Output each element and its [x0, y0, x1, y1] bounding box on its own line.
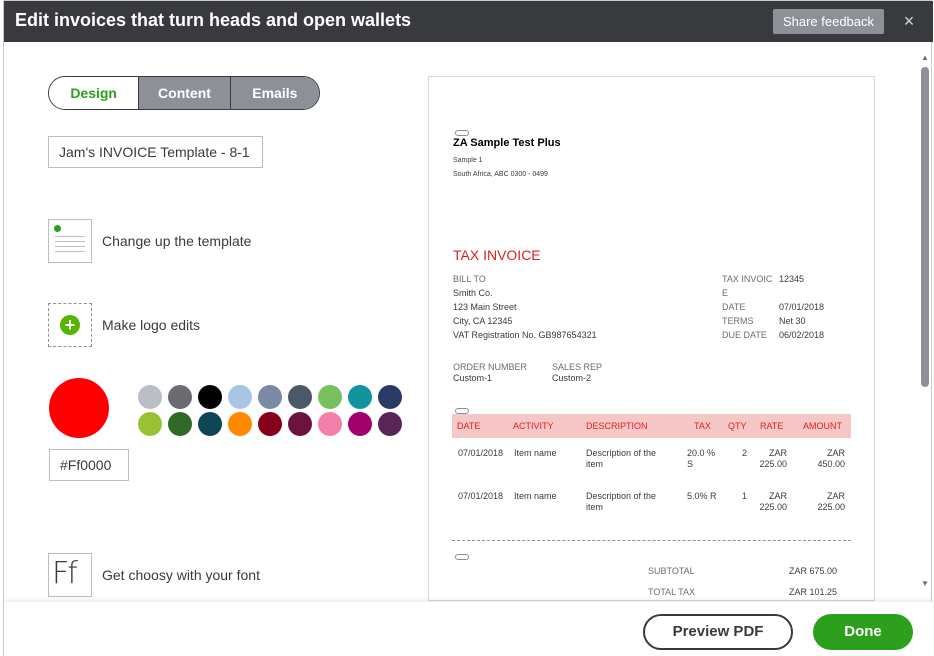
color-swatch[interactable]	[258, 385, 282, 409]
cell-date: 07/01/2018	[458, 448, 504, 458]
totals-divider	[452, 540, 851, 541]
template-icon	[48, 219, 92, 263]
color-swatch[interactable]	[288, 412, 312, 436]
tab-emails[interactable]: Emails	[229, 77, 319, 109]
plus-icon: +	[60, 315, 80, 335]
meta-value: 12345	[779, 274, 805, 284]
subtotal-label: SUBTOTAL	[648, 566, 695, 576]
preview-pdf-button[interactable]: Preview PDF	[643, 614, 793, 650]
bill-to-line: Smith Co.	[453, 288, 493, 298]
cell-qty: 1	[741, 491, 747, 501]
column-header: DATE	[457, 421, 481, 431]
color-swatch[interactable]	[228, 412, 252, 436]
scroll-thumb[interactable]	[921, 67, 929, 387]
scroll-up-icon[interactable]: ▲	[921, 53, 929, 62]
modal-title: Edit invoices that turn heads and open w…	[15, 10, 412, 30]
subtotal-value: ZAR 675.00	[789, 566, 838, 576]
cell-tax: 5.0% R	[687, 491, 717, 501]
cell-rate: ZAR 225.00	[759, 448, 787, 469]
add-logo-icon: +	[48, 303, 92, 347]
column-header: TAX	[694, 421, 711, 431]
change-template-label: Change up the template	[102, 233, 252, 249]
cell-qty: 2	[741, 448, 747, 458]
meta-label: E	[722, 288, 729, 298]
bill-to-label: BILL TO	[453, 274, 486, 284]
invoice-editor-modal: Edit invoices that turn heads and open w…	[3, 0, 933, 656]
color-swatch[interactable]	[318, 412, 342, 436]
font-label: Get choosy with your font	[102, 567, 260, 583]
column-header: ACTIVITY	[513, 421, 554, 431]
scrollbar[interactable]: ▲ ▼	[917, 53, 929, 597]
cell-amount: ZAR 225.00	[817, 491, 845, 512]
bill-to-line: City, CA 12345	[453, 316, 513, 326]
cell-description: Description of the item	[586, 448, 657, 469]
company-address-1: Sample 1	[453, 157, 483, 164]
color-swatch[interactable]	[168, 412, 192, 436]
invoice-title: TAX INVOICE	[453, 247, 541, 263]
column-header: RATE	[760, 421, 784, 431]
meta-value: 06/02/2018	[779, 330, 825, 340]
color-hex-input[interactable]	[49, 449, 129, 481]
meta-label: DUE DATE	[722, 330, 767, 340]
selected-color-swatch[interactable]	[49, 378, 109, 438]
color-swatch[interactable]	[348, 412, 372, 436]
color-swatch[interactable]	[378, 412, 402, 436]
total-tax-label: TOTAL TAX	[648, 587, 696, 597]
share-feedback-button[interactable]: Share feedback	[773, 9, 884, 34]
template-name-input[interactable]	[48, 136, 263, 168]
meta-label: DATE	[722, 302, 746, 312]
tab-design[interactable]: Design	[49, 77, 139, 109]
column-header: QTY	[728, 421, 747, 431]
meta-value: 07/01/2018	[779, 302, 825, 312]
logo-edits-option[interactable]: + Make logo edits	[48, 303, 200, 347]
editor-tabs: Design Content Emails	[48, 76, 320, 110]
color-swatch[interactable]	[288, 385, 312, 409]
font-option[interactable]: Ff Get choosy with your font	[48, 553, 260, 597]
bill-to-line: 123 Main Street	[453, 302, 517, 312]
logo-placeholder	[455, 130, 469, 136]
cell-activity: Item name	[514, 491, 557, 501]
meta-label: TERMS	[722, 316, 754, 326]
cell-amount: ZAR 450.00	[817, 448, 845, 469]
meta-value: Net 30	[779, 316, 806, 326]
color-swatch[interactable]	[138, 385, 162, 409]
modal-footer: Preview PDF Done	[4, 601, 933, 656]
change-template-option[interactable]: Change up the template	[48, 219, 251, 263]
cell-description: Description of the item	[586, 491, 657, 512]
color-swatch[interactable]	[168, 385, 192, 409]
cell-tax: 20.0 % S	[687, 448, 716, 469]
column-header: AMOUNT	[803, 421, 842, 431]
company-name: ZA Sample Test Plus	[453, 137, 561, 149]
line-items-header: DATE ACTIVITY DESCRIPTION TAX QTY RATE A…	[452, 414, 851, 438]
order-number-label: ORDER NUMBER	[453, 362, 528, 372]
color-swatch[interactable]	[138, 412, 162, 436]
color-swatch[interactable]	[198, 412, 222, 436]
color-swatch[interactable]	[228, 385, 252, 409]
tab-content[interactable]: Content	[138, 77, 230, 109]
meta-label: TAX INVOIC	[722, 274, 773, 284]
order-number-value: Custom-1	[453, 373, 493, 383]
color-swatch[interactable]	[258, 412, 282, 436]
invoice-preview: ZA Sample Test Plus Sample 1 South Afric…	[428, 76, 875, 601]
column-header: DESCRIPTION	[586, 421, 648, 431]
total-tax-value: ZAR 101.25	[789, 587, 838, 597]
scroll-down-icon[interactable]: ▼	[921, 579, 929, 588]
logo-edits-label: Make logo edits	[102, 317, 201, 333]
color-swatch[interactable]	[198, 385, 222, 409]
color-swatch[interactable]	[318, 385, 342, 409]
modal-header: Edit invoices that turn heads and open w…	[4, 1, 933, 42]
done-button[interactable]: Done	[813, 614, 913, 650]
color-swatch[interactable]	[348, 385, 372, 409]
cell-activity: Item name	[514, 448, 557, 458]
bill-to-line: VAT Registration No. GB987654321	[453, 330, 597, 340]
sales-rep-label: SALES REP	[552, 362, 603, 372]
totals-placeholder	[455, 554, 469, 560]
company-address-2: South Africa, ABC 0300 - 0499	[453, 171, 548, 178]
font-icon: Ff	[48, 553, 92, 597]
color-swatch[interactable]	[378, 385, 402, 409]
cell-date: 07/01/2018	[458, 491, 504, 501]
close-icon[interactable]: ×	[899, 10, 919, 32]
sales-rep-value: Custom-2	[552, 373, 592, 383]
cell-rate: ZAR 225.00	[759, 491, 787, 512]
